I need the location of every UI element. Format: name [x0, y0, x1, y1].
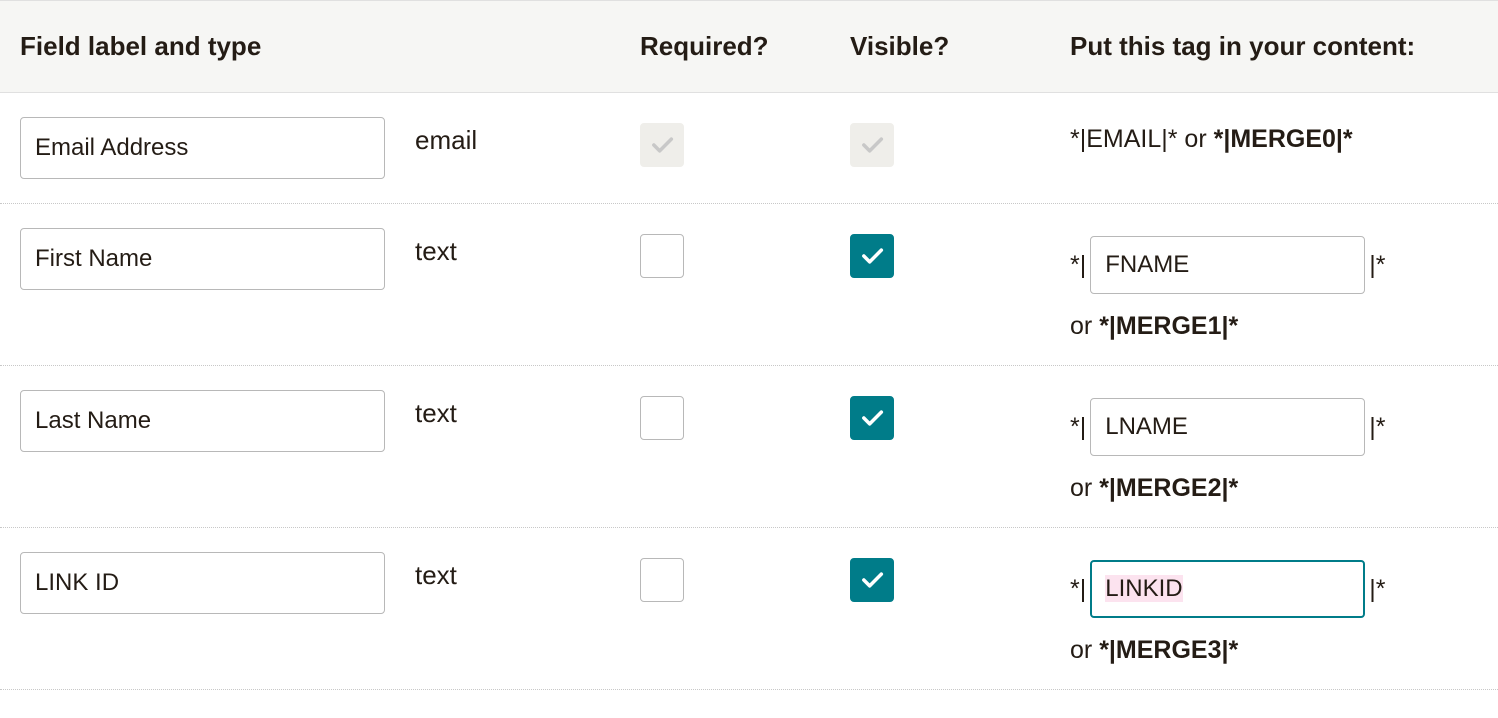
tag-suffix: |*	[1369, 575, 1385, 604]
or-text: or	[1070, 312, 1099, 340]
table-row: text *| |* or *|MERGE1|*	[0, 204, 1498, 366]
visible-checkbox[interactable]	[850, 234, 894, 278]
merge-tag-input[interactable]: LINKID	[1090, 560, 1365, 618]
required-checkbox[interactable]	[640, 234, 684, 278]
merge-tag-alt: *|MERGE3|*	[1099, 636, 1238, 664]
table-header-row: Field label and type Required? Visible? …	[0, 0, 1498, 93]
tag-suffix: |*	[1369, 413, 1385, 442]
field-type-label: email	[415, 117, 640, 156]
merge-tag-alt: *|MERGE1|*	[1099, 312, 1238, 340]
merge-tag-alt: *|MERGE2|*	[1099, 474, 1238, 502]
visible-checkbox[interactable]	[850, 558, 894, 602]
field-type-label: text	[415, 390, 640, 429]
required-checkbox[interactable]	[640, 396, 684, 440]
visible-checkbox[interactable]	[850, 396, 894, 440]
header-field-label-type: Field label and type	[20, 31, 640, 62]
tag-prefix: *|	[1070, 413, 1086, 442]
tag-prefix: *|	[1070, 251, 1086, 280]
field-type-label: text	[415, 228, 640, 267]
visible-checkbox	[850, 123, 894, 167]
tag-suffix: |*	[1369, 251, 1385, 280]
merge-tag-cell: *|EMAIL|* or *|MERGE0|*	[1070, 117, 1478, 154]
merge-tag-text: *|EMAIL|*	[1070, 125, 1177, 153]
merge-tag-cell: *|LINKID|* or *|MERGE3|*	[1070, 552, 1478, 665]
header-tag: Put this tag in your content:	[1070, 31, 1478, 62]
tag-prefix: *|	[1070, 575, 1086, 604]
field-label-input[interactable]	[20, 117, 385, 179]
merge-tag-cell: *| |* or *|MERGE1|*	[1070, 228, 1478, 341]
required-checkbox	[640, 123, 684, 167]
table-row: text *| |* or *|MERGE2|*	[0, 366, 1498, 528]
required-checkbox[interactable]	[640, 558, 684, 602]
merge-tag-input[interactable]	[1090, 398, 1365, 456]
header-required: Required?	[640, 31, 850, 62]
or-text: or	[1177, 125, 1213, 153]
field-label-input[interactable]	[20, 228, 385, 290]
or-text: or	[1070, 474, 1099, 502]
merge-tag-alt: *|MERGE0|*	[1214, 125, 1353, 153]
field-label-input[interactable]	[20, 390, 385, 452]
merge-fields-table: Field label and type Required? Visible? …	[0, 0, 1498, 690]
field-label-input[interactable]	[20, 552, 385, 614]
or-text: or	[1070, 636, 1099, 664]
table-row: email *|EMAIL|* or *|MERGE0|*	[0, 93, 1498, 204]
field-type-label: text	[415, 552, 640, 591]
header-visible: Visible?	[850, 31, 1070, 62]
merge-tag-cell: *| |* or *|MERGE2|*	[1070, 390, 1478, 503]
table-row: text *|LINKID|* or *|MERGE3|*	[0, 528, 1498, 690]
merge-tag-input[interactable]	[1090, 236, 1365, 294]
